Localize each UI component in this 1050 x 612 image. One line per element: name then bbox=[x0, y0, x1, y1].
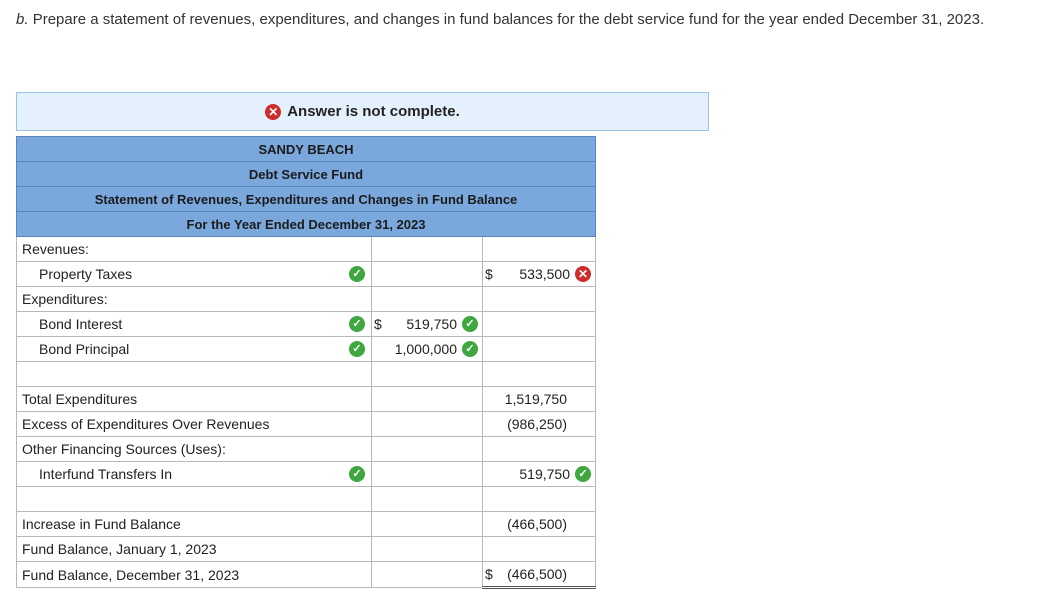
bond-principal-label: Bond Principal bbox=[39, 341, 130, 357]
table-row: Bond Principal ✓ 1,000,000 ✓ bbox=[16, 336, 596, 362]
bond-principal-col2-input[interactable] bbox=[482, 336, 596, 362]
excess-value: (986,250) bbox=[507, 416, 567, 432]
question-part-letter: b. bbox=[16, 11, 29, 28]
blank-col2-input[interactable] bbox=[482, 486, 596, 512]
bond-interest-value: 519,750 bbox=[406, 316, 457, 332]
dollar-sign: $ bbox=[374, 316, 382, 332]
empty-cell bbox=[482, 436, 596, 462]
blank-col1-input[interactable] bbox=[371, 486, 483, 512]
correct-check-icon: ✓ bbox=[349, 266, 365, 282]
answer-status-text: Answer is not complete. bbox=[287, 103, 460, 120]
statement-period: For the Year Ended December 31, 2023 bbox=[16, 211, 596, 237]
increase-label: Increase in Fund Balance bbox=[16, 511, 372, 537]
interfund-label-cell[interactable]: Interfund Transfers In ✓ bbox=[16, 461, 372, 487]
property-taxes-label-cell[interactable]: Property Taxes ✓ bbox=[16, 261, 372, 287]
empty-cell bbox=[482, 236, 596, 262]
dollar-sign: $ bbox=[485, 266, 493, 282]
bond-principal-label-cell[interactable]: Bond Principal ✓ bbox=[16, 336, 372, 362]
empty-cell bbox=[371, 286, 483, 312]
blank-label-input[interactable] bbox=[16, 361, 372, 387]
blank-label-input[interactable] bbox=[16, 486, 372, 512]
interfund-col1-input[interactable] bbox=[371, 461, 483, 487]
fund-balance-dec-amount: $ (466,500) bbox=[482, 561, 596, 589]
table-row: Interfund Transfers In ✓ 519,750 ✓ bbox=[16, 461, 596, 487]
incorrect-icon: ✕ bbox=[265, 103, 282, 120]
property-taxes-label: Property Taxes bbox=[39, 266, 133, 282]
excess-label: Excess of Expenditures Over Revenues bbox=[16, 411, 372, 437]
row-label-expenditures: Expenditures: bbox=[16, 286, 372, 312]
dollar-sign: $ bbox=[485, 566, 493, 582]
table-row: Increase in Fund Balance (466,500) bbox=[16, 511, 596, 537]
table-row: Bond Interest ✓ $ 519,750 ✓ bbox=[16, 311, 596, 337]
fund-balance-dec-label: Fund Balance, December 31, 2023 bbox=[16, 561, 372, 588]
increase-amount: (466,500) bbox=[482, 511, 596, 537]
blank-col1-input[interactable] bbox=[371, 361, 483, 387]
bond-principal-value: 1,000,000 bbox=[394, 341, 457, 357]
total-expenditures-label: Total Expenditures bbox=[16, 386, 372, 412]
interfund-amount-input[interactable]: 519,750 ✓ bbox=[482, 461, 596, 487]
table-row: Excess of Expenditures Over Revenues (98… bbox=[16, 411, 596, 437]
total-expenditures-col1-input[interactable] bbox=[371, 386, 483, 412]
correct-check-icon: ✓ bbox=[575, 466, 591, 482]
statement-entity-name: SANDY BEACH bbox=[16, 136, 596, 162]
interfund-label: Interfund Transfers In bbox=[39, 466, 173, 482]
fund-balance-jan-label: Fund Balance, January 1, 2023 bbox=[16, 536, 372, 562]
bond-interest-label: Bond Interest bbox=[39, 316, 123, 332]
fund-balance-dec-value: (466,500) bbox=[507, 566, 567, 582]
fund-balance-jan-col1-input[interactable] bbox=[371, 536, 483, 562]
table-row: Total Expenditures 1,519,750 bbox=[16, 386, 596, 412]
table-row bbox=[16, 486, 596, 512]
excess-amount: (986,250) bbox=[482, 411, 596, 437]
row-label-other-financing: Other Financing Sources (Uses): bbox=[16, 436, 372, 462]
financial-statement-table: SANDY BEACH Debt Service Fund Statement … bbox=[16, 136, 596, 589]
statement-title: Statement of Revenues, Expenditures and … bbox=[16, 186, 596, 212]
question-body: Prepare a statement of revenues, expendi… bbox=[32, 11, 985, 28]
total-expenditures-value: 1,519,750 bbox=[504, 391, 567, 407]
answer-status-banner: ✕ Answer is not complete. bbox=[16, 92, 709, 131]
fund-balance-jan-amount-input[interactable] bbox=[482, 536, 596, 562]
increase-value: (466,500) bbox=[507, 516, 567, 532]
bond-interest-col2-input[interactable] bbox=[482, 311, 596, 337]
property-taxes-col1-input[interactable] bbox=[371, 261, 483, 287]
property-taxes-amount-input[interactable]: $ 533,500 ✕ bbox=[482, 261, 596, 287]
correct-check-icon: ✓ bbox=[349, 341, 365, 357]
bond-interest-label-cell[interactable]: Bond Interest ✓ bbox=[16, 311, 372, 337]
empty-cell bbox=[371, 236, 483, 262]
correct-check-icon: ✓ bbox=[349, 466, 365, 482]
table-row: Expenditures: bbox=[16, 286, 596, 312]
table-row: Fund Balance, December 31, 2023 $ (466,5… bbox=[16, 561, 596, 589]
empty-cell bbox=[482, 286, 596, 312]
empty-cell bbox=[371, 436, 483, 462]
correct-check-icon: ✓ bbox=[462, 341, 478, 357]
total-expenditures-amount: 1,519,750 bbox=[482, 386, 596, 412]
excess-col1-input[interactable] bbox=[371, 411, 483, 437]
question-text: b. Prepare a statement of revenues, expe… bbox=[16, 10, 1026, 29]
correct-check-icon: ✓ bbox=[349, 316, 365, 332]
blank-col2-input[interactable] bbox=[482, 361, 596, 387]
table-row: Revenues: bbox=[16, 236, 596, 262]
interfund-value: 519,750 bbox=[519, 466, 570, 482]
fund-balance-dec-col1-input[interactable] bbox=[371, 561, 483, 588]
table-row: Other Financing Sources (Uses): bbox=[16, 436, 596, 462]
table-row: Fund Balance, January 1, 2023 bbox=[16, 536, 596, 562]
incorrect-icon: ✕ bbox=[575, 266, 591, 282]
table-row: Property Taxes ✓ $ 533,500 ✕ bbox=[16, 261, 596, 287]
statement-fund-name: Debt Service Fund bbox=[16, 161, 596, 187]
correct-check-icon: ✓ bbox=[462, 316, 478, 332]
row-label-revenues: Revenues: bbox=[16, 236, 372, 262]
bond-interest-amount-input[interactable]: $ 519,750 ✓ bbox=[371, 311, 483, 337]
property-taxes-value: 533,500 bbox=[519, 266, 570, 282]
table-row bbox=[16, 361, 596, 387]
bond-principal-amount-input[interactable]: 1,000,000 ✓ bbox=[371, 336, 483, 362]
increase-col1-input[interactable] bbox=[371, 511, 483, 537]
